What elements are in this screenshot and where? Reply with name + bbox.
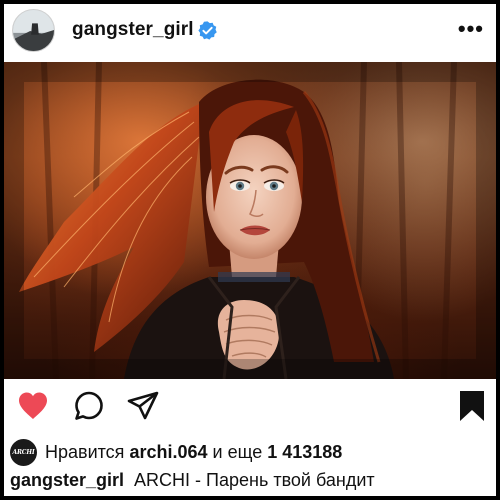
share-icon <box>127 391 159 420</box>
likes-summary: Нравится archi.064 и еще 1 413188 <box>45 442 342 463</box>
post-username[interactable]: gangster_girl <box>72 19 194 41</box>
post-header: gangster_girl ••• <box>4 4 496 62</box>
comment-button[interactable] <box>72 389 106 423</box>
comment-icon <box>75 391 103 420</box>
caption-username[interactable]: gangster_girl <box>10 470 124 490</box>
post-photo[interactable] <box>4 62 496 379</box>
instagram-post: gangster_girl ••• ARCHI Нравится archi.0… <box>4 4 496 496</box>
more-options-button[interactable]: ••• <box>458 18 484 40</box>
caption: gangster_girl ARCHI - Парень твой бандит <box>10 470 494 496</box>
bookmark-icon <box>460 391 484 421</box>
share-button[interactable] <box>126 389 160 423</box>
heart-icon <box>19 392 47 419</box>
like-button[interactable] <box>16 389 50 423</box>
liker-avatar[interactable]: ARCHI <box>10 439 37 466</box>
screenshot-frame: gangster_girl ••• ARCHI Нравится archi.0… <box>0 0 500 500</box>
liker-avatar-label: ARCHI <box>12 449 35 456</box>
save-button[interactable] <box>455 389 489 423</box>
likes-connector: и еще <box>212 442 263 462</box>
profile-avatar[interactable] <box>12 9 55 52</box>
likes-count[interactable]: 1 413188 <box>267 442 342 462</box>
action-bar <box>4 379 496 435</box>
liker-username[interactable]: archi.064 <box>129 442 207 462</box>
verified-badge-icon <box>198 21 217 40</box>
likes-prefix: Нравится <box>45 442 125 462</box>
portrait-illustration <box>4 62 496 379</box>
likes-row: ARCHI Нравится archi.064 и еще 1 413188 <box>4 437 496 467</box>
caption-text: ARCHI - Парень твой бандит <box>134 470 375 490</box>
